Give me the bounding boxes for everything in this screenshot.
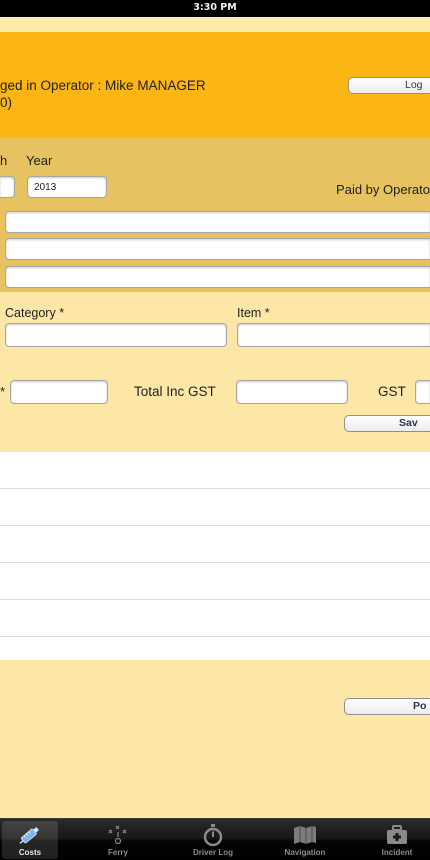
tab-label: Incident: [381, 848, 413, 857]
tab-bar: Costs Ferry Driver Log Navigation Incide…: [0, 818, 430, 860]
total-inc-gst-label: Total Inc GST: [134, 384, 216, 399]
table-row[interactable]: [0, 637, 430, 660]
table-row[interactable]: [0, 600, 430, 637]
post-button-label: Po: [413, 700, 427, 712]
year-label: Year: [26, 153, 53, 168]
text-field-2[interactable]: [5, 238, 430, 260]
status-time: 3:30 PM: [193, 2, 237, 13]
status-bar: 3:30 PM: [0, 0, 430, 17]
logged-in-subtext: 0): [0, 95, 13, 110]
logout-button[interactable]: Log: [348, 77, 430, 94]
tab-driver-log[interactable]: Driver Log: [178, 821, 248, 859]
table-row[interactable]: [0, 526, 430, 563]
text-field-3[interactable]: [5, 266, 430, 288]
tab-label: Costs: [18, 848, 42, 857]
total-inc-gst-field[interactable]: [236, 380, 348, 404]
tab-navigation[interactable]: Navigation: [270, 821, 340, 859]
amount-label: *: [0, 384, 6, 399]
tab-label: Driver Log: [192, 848, 233, 857]
cost-list: [0, 452, 430, 660]
header: ged in Operator : Mike MANAGER 0) Log: [0, 32, 430, 138]
logout-button-label: Log: [405, 79, 423, 91]
month-field[interactable]: [0, 176, 15, 198]
costs-icon: [2, 823, 58, 847]
table-row[interactable]: [0, 489, 430, 526]
tab-costs[interactable]: Costs: [2, 821, 58, 859]
table-row[interactable]: [0, 452, 430, 489]
incident-icon: [367, 823, 427, 847]
year-field[interactable]: [27, 176, 107, 198]
logged-in-text: ged in Operator : Mike MANAGER: [0, 78, 206, 93]
item-label: Item *: [237, 306, 270, 320]
cost-form-details: Category * Item * * Total Inc GST GST Sa…: [0, 292, 430, 452]
category-label: Category *: [5, 306, 65, 320]
tab-ferry[interactable]: Ferry: [88, 821, 148, 859]
driver-log-icon: [178, 823, 248, 847]
month-label: h: [0, 153, 8, 168]
cost-form-header: h Year Paid by Operato: [0, 138, 430, 292]
table-row[interactable]: [0, 563, 430, 600]
text-field-1[interactable]: [5, 211, 430, 233]
category-field[interactable]: [5, 323, 227, 347]
paid-by-label: Paid by Operato: [336, 182, 430, 197]
gst-field[interactable]: [415, 380, 430, 404]
ferry-icon: [88, 823, 148, 847]
save-button-label: Sav: [399, 417, 418, 429]
save-button[interactable]: Sav: [344, 415, 430, 432]
tab-incident[interactable]: Incident: [367, 821, 427, 859]
item-field[interactable]: [237, 323, 430, 347]
post-button[interactable]: Po: [344, 698, 430, 715]
gst-label: GST: [378, 384, 406, 399]
tab-label: Navigation: [284, 848, 326, 857]
footer-panel: Po: [0, 660, 430, 818]
navigation-icon: [270, 823, 340, 847]
amount-field[interactable]: [10, 380, 108, 404]
tab-label: Ferry: [107, 848, 128, 857]
top-strip: [0, 17, 430, 32]
